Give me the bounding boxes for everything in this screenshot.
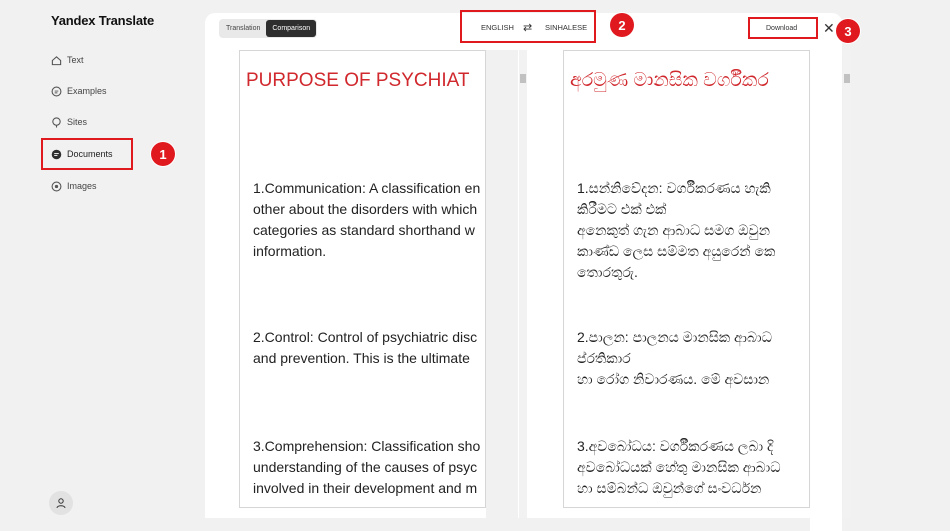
- text-line: 2.Control: Control of psychiatric disc: [253, 329, 478, 345]
- scrollbar-thumb[interactable]: [520, 74, 526, 83]
- text-line: categories as standard shorthand w: [253, 222, 475, 238]
- source-doc-title: PURPOSE OF PSYCHIAT: [246, 70, 470, 91]
- source-language-button[interactable]: ENGLISH: [481, 23, 514, 32]
- text-line: 3.Comprehension: Classification sho: [253, 438, 481, 454]
- text-line: හා රෝග නිවාරණය. මේ අවසාන: [577, 371, 770, 387]
- text-line: understanding of the causes of psyc: [253, 459, 478, 475]
- view-tabs: Translation Comparison: [219, 19, 318, 38]
- home-icon: [50, 54, 62, 66]
- annotation-marker-1: 1: [151, 142, 175, 166]
- text-line: 2.පාලන: පාලනය මානසික ආබාධ: [577, 329, 772, 345]
- text-line: 1.Communication: A classification en: [253, 180, 481, 196]
- swap-languages-icon[interactable]: ⇄: [523, 21, 532, 34]
- text-line: හා සම්බන්ධ ඔවුන්ගේ සංවර්ධන: [577, 480, 762, 496]
- text-line: and prevention. This is the ultimate: [253, 350, 470, 366]
- text-line: 1.සන්නිවේදන: වර්ගීකරණය හැකි: [577, 180, 771, 196]
- text-line: තොරතුරු.: [577, 264, 638, 280]
- user-icon: [56, 498, 66, 509]
- sidebar-item-text[interactable]: Text: [50, 50, 84, 70]
- source-paragraph-1: 1.Communication: A classification en oth…: [253, 178, 480, 262]
- sidebar-item-label: Sites: [67, 117, 88, 127]
- target-scrollbar[interactable]: [843, 50, 851, 518]
- close-icon[interactable]: ✕: [823, 20, 835, 37]
- text-line: කිරීමට එක් එක්: [577, 201, 667, 217]
- image-icon: [50, 180, 62, 192]
- text-line: information.: [253, 243, 327, 259]
- text-line: ප්රතිකාර: [577, 350, 631, 366]
- text-line: කාණ්ඩ ලෙස සම්මත අයුරෙන් කෙ: [577, 243, 776, 259]
- app-title: Yandex Translate: [51, 13, 155, 28]
- text-line: involved in their development and m: [253, 480, 478, 496]
- annotation-marker-3: 3: [836, 19, 860, 43]
- avatar[interactable]: [49, 491, 73, 515]
- scrollbar-thumb[interactable]: [844, 74, 850, 83]
- target-document-view[interactable]: අරමුණ මානසික වර්ගීකර 1.සන්නිවේදන: වර්ගීක…: [563, 50, 810, 508]
- sidebar-item-label: Text: [67, 55, 84, 65]
- text-line: අවබෝධයක් හේතු මානසික ආබාධ: [577, 459, 781, 475]
- annotation-marker-2: 2: [610, 13, 634, 37]
- text-line: other about the disorders with which: [253, 201, 478, 217]
- source-scrollbar-track[interactable]: [519, 50, 527, 518]
- text-line: 3.අවබෝධය: වර්ගීකරණය ලබා දි: [577, 438, 774, 454]
- documents-highlight-box: [41, 138, 133, 170]
- target-paragraph-3: 3.අවබෝධය: වර්ගීකරණය ලබා දි අවබෝධයක් හේතු…: [577, 436, 781, 499]
- sites-icon: [50, 116, 62, 128]
- download-button[interactable]: Download: [766, 25, 797, 32]
- sidebar-item-images[interactable]: Images: [50, 176, 97, 196]
- sidebar-item-label: Examples: [67, 86, 107, 96]
- sidebar-item-label: Images: [67, 181, 97, 191]
- target-paragraph-1: 1.සන්නිවේදන: වර්ගීකරණය හැකි කිරීමට එක් එ…: [577, 178, 775, 283]
- tab-translation[interactable]: Translation: [220, 20, 266, 37]
- source-paragraph-2: 2.Control: Control of psychiatric disc a…: [253, 327, 477, 369]
- sidebar-item-examples[interactable]: Examples: [50, 81, 107, 101]
- target-paragraph-2: 2.පාලන: පාලනය මානසික ආබාධ ප්රතිකාර හා රෝ…: [577, 327, 772, 390]
- sidebar: Yandex Translate Text Examples Sites Doc…: [0, 0, 205, 518]
- sidebar-item-sites[interactable]: Sites: [50, 112, 87, 132]
- examples-icon: [50, 85, 62, 97]
- source-document-view[interactable]: PURPOSE OF PSYCHIAT 1.Communication: A c…: [239, 50, 486, 508]
- right-margin: [810, 50, 842, 531]
- column-gutter: [486, 50, 518, 531]
- tab-comparison[interactable]: Comparison: [266, 20, 317, 37]
- target-language-button[interactable]: SINHALESE: [545, 23, 587, 32]
- target-doc-title: අරමුණ මානසික වර්ගීකර: [570, 70, 769, 91]
- text-line: අනෙකුත් ගැන ආබාධ සමග ඔවුන: [577, 222, 770, 238]
- source-paragraph-3: 3.Comprehension: Classification sho unde…: [253, 436, 480, 499]
